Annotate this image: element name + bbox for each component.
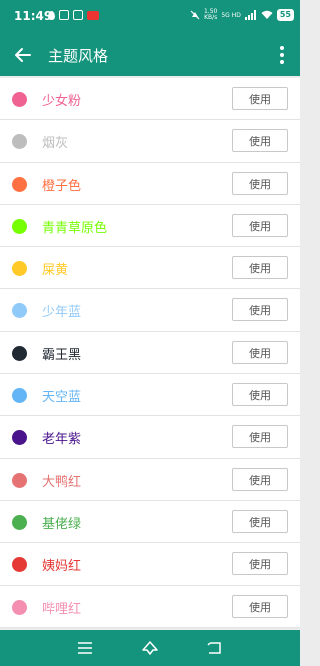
theme-row: 老年紫 使用 — [0, 416, 300, 459]
theme-row: 青青草原色 使用 — [0, 204, 300, 248]
use-theme-button[interactable]: 使用 — [232, 594, 288, 618]
theme-name: 基佬绿 — [42, 516, 82, 532]
color-swatch — [12, 514, 27, 530]
theme-name: 大鸭红 — [42, 474, 82, 490]
use-theme-button[interactable]: 使用 — [232, 340, 288, 364]
app-notification-icon — [59, 10, 69, 20]
use-theme-button[interactable]: 使用 — [232, 213, 288, 237]
theme-name: 烟灰 — [42, 136, 69, 152]
use-theme-button[interactable]: 使用 — [232, 298, 288, 322]
home-nav-icon[interactable] — [140, 638, 160, 658]
status-bar: 11:49 1.50 KB/s 5G HD 55 — [0, 0, 300, 34]
theme-name: 老年紫 — [42, 432, 82, 448]
use-theme-button[interactable]: 使用 — [232, 552, 288, 576]
navigation-bar — [0, 630, 300, 666]
status-notification-icons — [48, 10, 99, 20]
theme-name: 青青草原色 — [42, 220, 108, 236]
theme-row: 天空蓝 使用 — [0, 374, 300, 417]
menu-nav-icon[interactable] — [75, 638, 95, 658]
use-theme-button[interactable]: 使用 — [232, 509, 288, 533]
droplet-icon — [48, 10, 55, 20]
network-type: 5G HD — [221, 11, 241, 19]
theme-list: 少女粉 使用 烟灰 使用 橙子色 使用 青青草原色 使用 屎黄 使用 少年蓝 使用 霸王黑 使用 天空蓝 使用… — [0, 78, 300, 628]
theme-row: 哔哩红 使用 — [0, 585, 300, 628]
color-swatch — [12, 430, 27, 446]
use-theme-button[interactable]: 使用 — [232, 467, 288, 491]
theme-name: 天空蓝 — [42, 390, 82, 406]
signal-icon — [244, 10, 256, 20]
theme-name: 姨妈红 — [42, 559, 82, 575]
color-swatch — [12, 218, 27, 234]
theme-row: 少女粉 使用 — [0, 78, 300, 121]
use-theme-button[interactable]: 使用 — [232, 87, 288, 110]
page-title: 主题风格 — [48, 47, 109, 65]
theme-row: 霸王黑 使用 — [0, 331, 300, 375]
theme-name: 哔哩红 — [42, 601, 82, 617]
red-app-icon — [87, 10, 99, 20]
use-theme-button[interactable]: 使用 — [232, 383, 288, 407]
use-theme-button[interactable]: 使用 — [232, 129, 288, 153]
status-time: 11:49 — [14, 9, 53, 23]
more-options-icon[interactable] — [278, 44, 286, 66]
theme-name: 橙子色 — [42, 178, 82, 194]
color-swatch — [12, 345, 27, 361]
network-speed: 1.50 KB/s — [203, 8, 218, 21]
theme-row: 大鸭红 使用 — [0, 458, 300, 501]
color-swatch — [12, 388, 27, 404]
color-swatch — [12, 599, 27, 615]
color-swatch — [12, 472, 27, 488]
battery-indicator: 55 — [276, 9, 294, 21]
theme-name: 霸王黑 — [42, 347, 82, 363]
theme-row: 屎黄 使用 — [0, 247, 300, 290]
back-arrow-icon[interactable] — [12, 44, 34, 66]
use-theme-button[interactable]: 使用 — [232, 256, 288, 280]
color-swatch — [12, 261, 27, 277]
theme-row: 烟灰 使用 — [0, 120, 300, 163]
theme-name: 屎黄 — [42, 263, 69, 279]
theme-row: 姨妈红 使用 — [0, 543, 300, 586]
color-swatch — [12, 557, 27, 573]
mute-icon — [190, 10, 200, 20]
theme-row: 少年蓝 使用 — [0, 289, 300, 332]
theme-row: 基佬绿 使用 — [0, 500, 300, 544]
theme-name: 少年蓝 — [42, 305, 82, 321]
gallery-notification-icon — [73, 10, 83, 20]
app-bar: 主题风格 — [0, 34, 300, 76]
back-nav-icon[interactable] — [205, 638, 225, 658]
color-swatch — [12, 92, 27, 107]
use-theme-button[interactable]: 使用 — [232, 171, 288, 195]
wifi-icon — [261, 10, 273, 19]
status-system-icons: 1.50 KB/s 5G HD 55 — [190, 9, 294, 21]
color-swatch — [12, 176, 27, 192]
color-swatch — [12, 303, 27, 319]
color-swatch — [12, 134, 27, 150]
use-theme-button[interactable]: 使用 — [232, 425, 288, 449]
theme-row: 橙子色 使用 — [0, 162, 300, 205]
theme-name: 少女粉 — [42, 94, 82, 109]
